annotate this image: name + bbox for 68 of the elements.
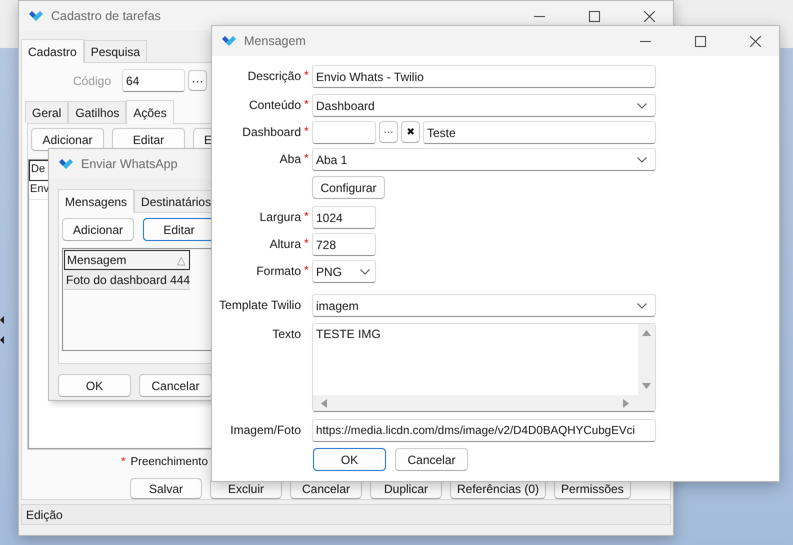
logo-icon	[59, 158, 73, 170]
required-mark: *	[303, 150, 310, 165]
dropdown[interactable]: imagem	[312, 294, 656, 317]
browse-button[interactable]: ···	[379, 121, 398, 143]
input-field[interactable]: Envio Whats - Twilio	[312, 65, 656, 88]
chevron-down-icon	[360, 268, 370, 274]
required-mark: *	[303, 123, 310, 138]
chevron-down-icon	[637, 156, 647, 162]
chevron-down-icon	[637, 302, 647, 308]
list-item[interactable]: Foto do dashboard 444	[64, 270, 190, 290]
field-label: Largura	[258, 209, 301, 226]
input-field[interactable]: Teste	[423, 121, 656, 144]
field-label: Código	[72, 74, 112, 88]
tab[interactable]: Mensagens	[58, 189, 134, 213]
dropdown[interactable]: Dashboard	[312, 94, 656, 117]
configure-button[interactable]: Configurar	[312, 176, 385, 199]
field-label: Template Twilio	[218, 297, 301, 314]
field-label: Descrição	[246, 68, 301, 85]
tab[interactable]: Cadastro	[21, 39, 84, 63]
logo-icon	[29, 10, 43, 22]
field-label: Conteúdo	[248, 97, 301, 114]
status-bar: Edição	[21, 504, 671, 525]
required-mark: *	[303, 67, 310, 82]
required-mark: *	[121, 456, 126, 468]
maximize-icon[interactable]	[695, 36, 706, 46]
splitter-arrow-icon[interactable]	[0, 336, 4, 344]
action-button[interactable]: Adicionar	[31, 128, 104, 151]
dialog-button[interactable]: OK	[58, 374, 131, 397]
window-title: Enviar WhatsApp	[81, 157, 178, 171]
required-mark: *	[303, 208, 310, 223]
dialog-button[interactable]: Cancelar	[139, 374, 212, 397]
dialog-button[interactable]: Cancelar	[395, 448, 468, 471]
column-title: Mensagem	[67, 253, 126, 267]
text-value: TESTE IMG	[315, 326, 382, 343]
required-note: Preenchimento	[130, 456, 208, 468]
input-field[interactable]: https://media.licdn.com/dms/image/v2/D4D0BAQHYCubgEVci	[312, 419, 656, 442]
column-header[interactable]: Mensagem △	[64, 250, 190, 270]
tab[interactable]: Pesquisa	[84, 40, 148, 62]
field-label: Altura	[268, 236, 301, 253]
input-field[interactable]: 728	[312, 233, 376, 256]
input-field[interactable]: 1024	[312, 206, 376, 229]
splitter-arrow-icon[interactable]	[0, 316, 4, 324]
tab[interactable]: Geral	[25, 101, 68, 123]
action-button[interactable]: Adicionar	[62, 218, 134, 241]
dropdown[interactable]: PNG	[312, 260, 376, 283]
field-label: Imagem/Foto	[229, 422, 301, 439]
chevron-down-icon	[637, 102, 647, 108]
window-title: Cadastro de tarefas	[51, 9, 161, 23]
field-label: Dashboard	[241, 124, 301, 141]
tab[interactable]: Ações	[126, 100, 174, 124]
action-button[interactable]: Salvar	[130, 478, 202, 499]
required-mark: *	[303, 235, 310, 250]
required-mark: *	[303, 262, 310, 277]
close-icon[interactable]	[750, 36, 761, 46]
input-field[interactable]	[312, 121, 376, 144]
dialog-button[interactable]: OK	[313, 448, 386, 471]
maximize-icon[interactable]	[589, 10, 600, 22]
field-label: Aba	[278, 151, 301, 168]
required-mark: *	[303, 96, 310, 111]
dropdown[interactable]: Aba 1	[312, 148, 656, 171]
field-label: Texto	[271, 326, 301, 343]
clear-button[interactable]: ✖	[401, 121, 420, 143]
close-icon[interactable]	[644, 10, 655, 22]
field-label: Formato	[255, 263, 301, 280]
sort-icon: △	[177, 254, 185, 266]
logo-icon	[222, 36, 236, 46]
window-title: Mensagem	[244, 34, 306, 48]
tab[interactable]: Gatilhos	[68, 101, 126, 123]
